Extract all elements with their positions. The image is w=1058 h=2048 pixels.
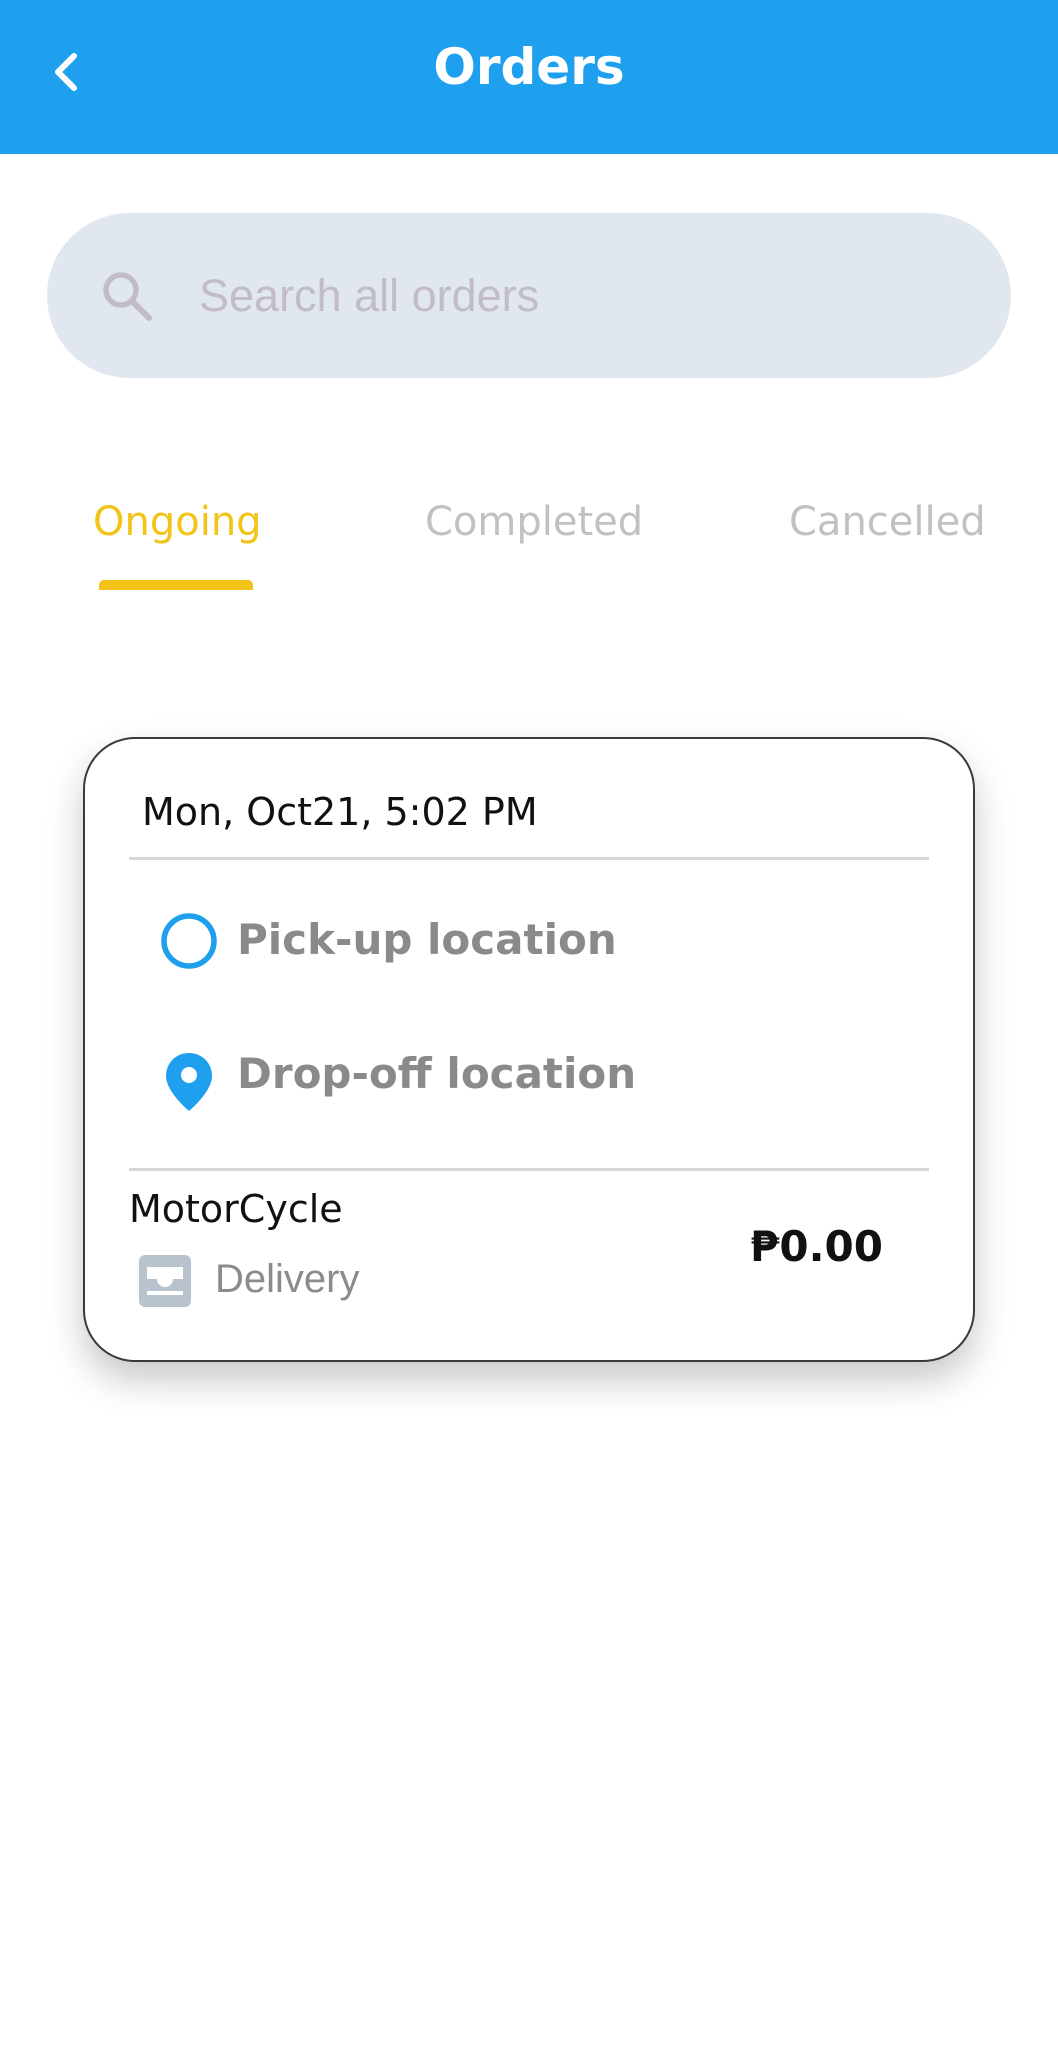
vehicle-type: MotorCycle <box>129 1187 343 1231</box>
search-icon <box>103 272 152 321</box>
page-title: Orders <box>433 38 625 96</box>
search-bar[interactable] <box>47 213 1011 378</box>
search-input[interactable] <box>197 253 957 339</box>
card-divider <box>129 1168 929 1171</box>
order-price: ₱0.00 <box>750 1222 883 1271</box>
order-card[interactable]: Mon, Oct21, 5:02 PM Pick-up location Dro… <box>83 737 975 1362</box>
card-divider <box>129 857 929 860</box>
service-type: Delivery <box>215 1257 360 1301</box>
map-pin-icon <box>166 1053 212 1111</box>
active-tab-indicator <box>99 580 253 590</box>
app-header: Orders <box>0 0 1058 154</box>
tab-cancelled[interactable]: Cancelled <box>789 492 986 552</box>
pickup-location: Pick-up location <box>237 915 617 964</box>
tab-completed[interactable]: Completed <box>425 492 643 552</box>
ring-marker-icon <box>161 913 217 969</box>
tab-ongoing[interactable]: Ongoing <box>93 492 262 552</box>
dropoff-location: Drop-off location <box>237 1049 637 1098</box>
order-datetime: Mon, Oct21, 5:02 PM <box>142 790 538 834</box>
inbox-tray-icon <box>139 1255 191 1307</box>
